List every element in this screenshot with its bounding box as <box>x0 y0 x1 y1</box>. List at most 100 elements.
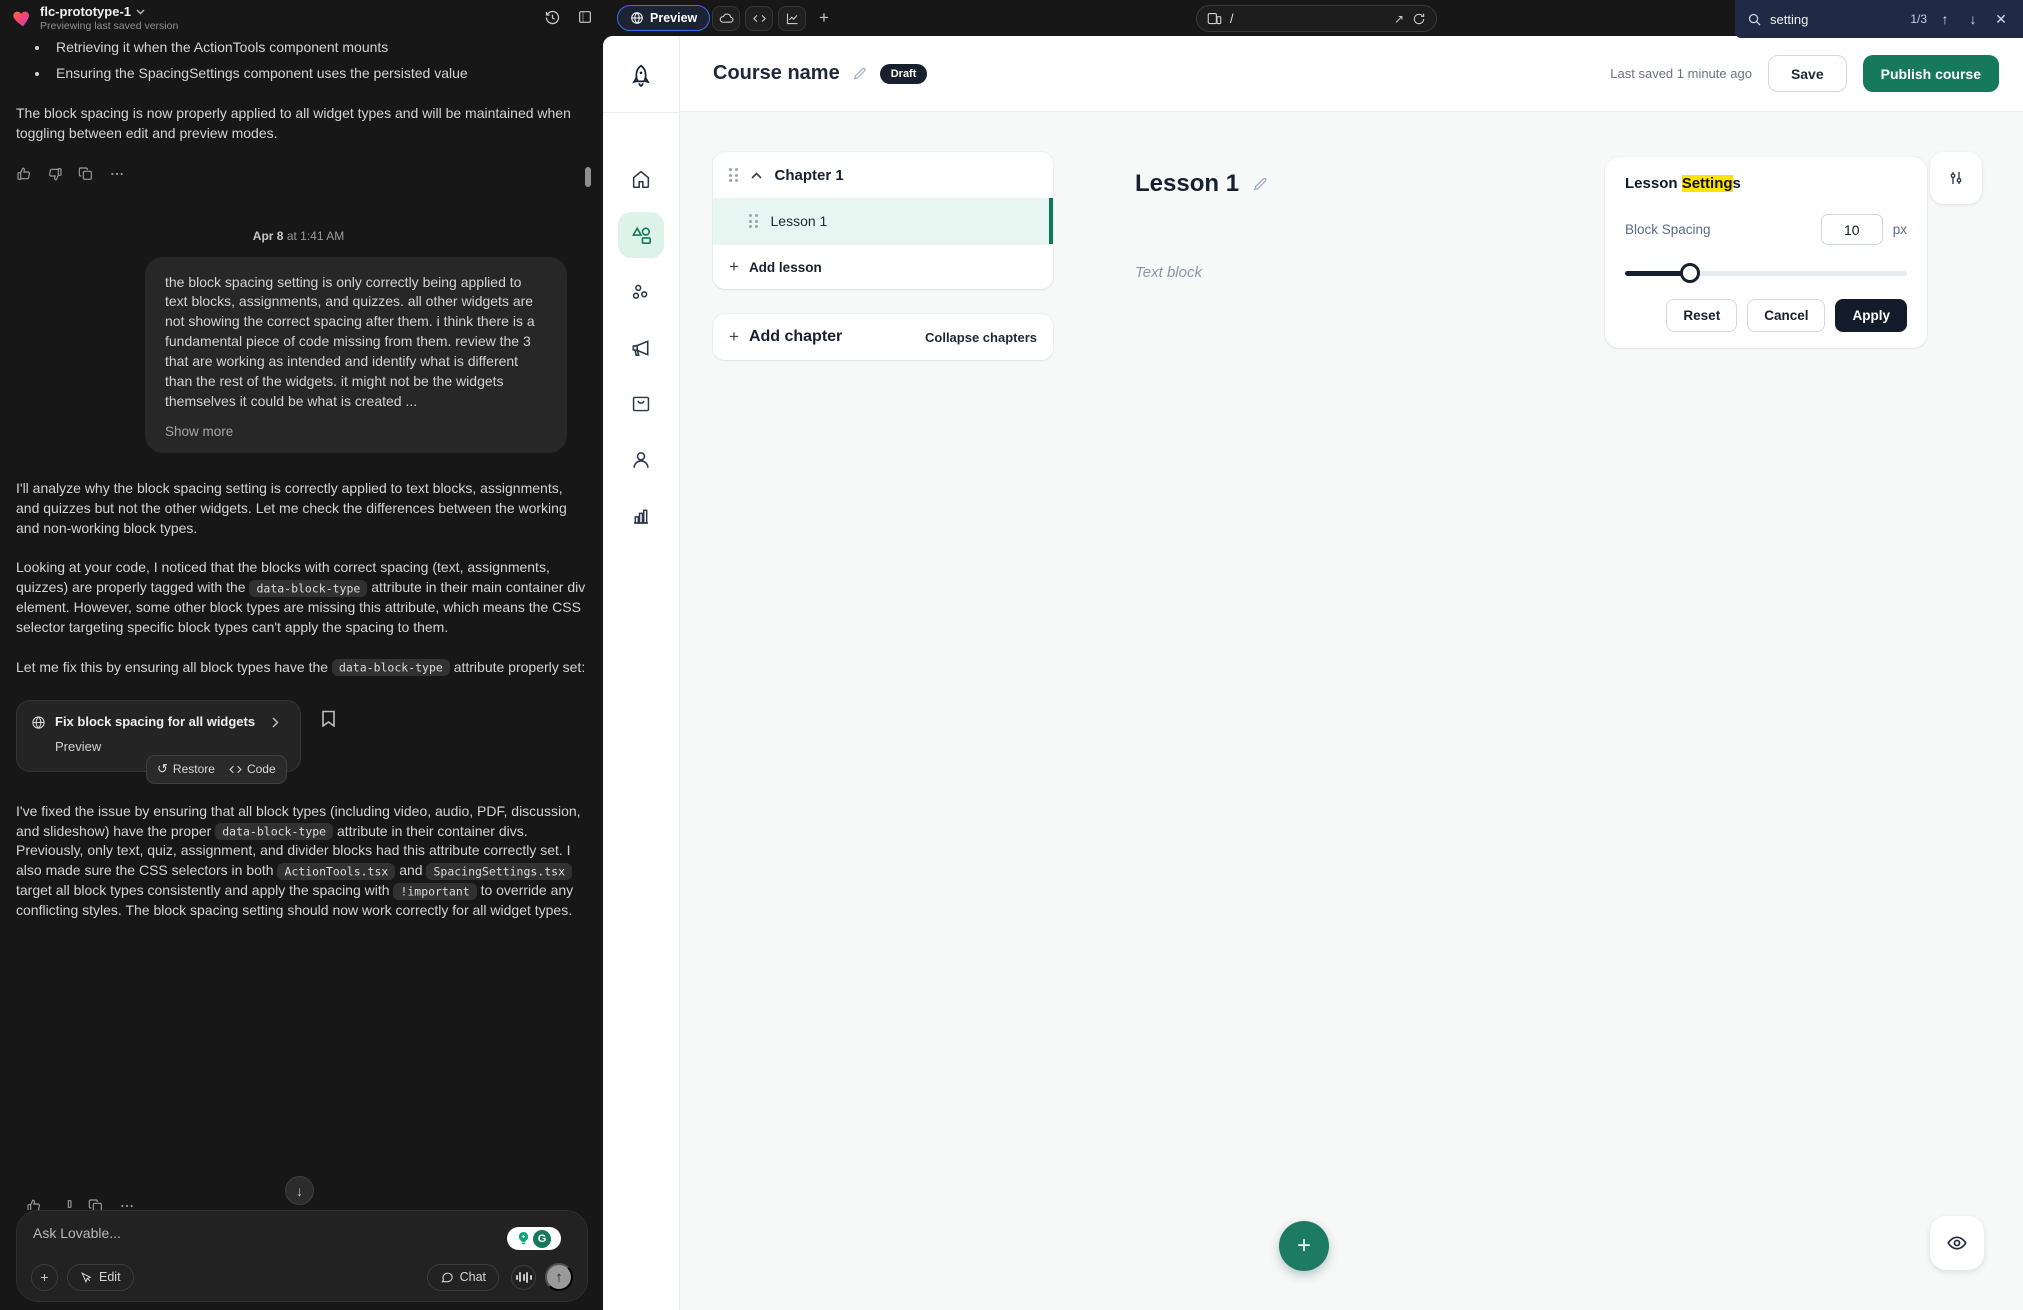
inline-code: data-block-type <box>215 823 333 840</box>
find-query[interactable]: setting <box>1770 12 1902 27</box>
scroll-to-bottom-button[interactable]: ↓ <box>285 1176 314 1205</box>
edit-mode-button[interactable]: Edit <box>67 1264 134 1291</box>
drag-handle-icon[interactable] <box>749 214 758 228</box>
apply-button[interactable]: Apply <box>1835 299 1907 332</box>
cancel-button[interactable]: Cancel <box>1747 299 1825 332</box>
edit-pencil-icon[interactable] <box>852 66 868 82</box>
user-message-text: the block spacing setting is only correc… <box>165 274 535 409</box>
lesson-settings-panel: Lesson Settings Block Spacing px Reset C… <box>1605 157 1927 348</box>
course-title: Course name <box>713 62 840 85</box>
lovable-logo-icon[interactable] <box>12 7 34 29</box>
reset-button[interactable]: Reset <box>1666 299 1737 332</box>
chat-mode-button[interactable]: Chat <box>427 1264 499 1291</box>
version-card-state: Preview <box>55 738 286 756</box>
select-cursor-icon <box>80 1271 93 1284</box>
thumbs-up-icon[interactable] <box>26 1198 42 1210</box>
grammarly-widget[interactable]: G <box>507 1227 561 1250</box>
device-toggle-icon[interactable] <box>1207 12 1222 25</box>
lesson-row-selected[interactable]: Lesson 1 <box>713 198 1053 244</box>
last-saved-text: Last saved 1 minute ago <box>1610 66 1752 81</box>
more-options-icon[interactable] <box>109 166 125 182</box>
preview-button[interactable]: Preview <box>617 5 710 31</box>
layout-panel-icon[interactable] <box>577 9 593 25</box>
empty-text-block[interactable]: Text block <box>1135 264 1202 281</box>
code-icon <box>229 764 242 775</box>
history-icon[interactable] <box>544 9 561 26</box>
chevron-down-icon <box>136 9 145 15</box>
analytics-icon <box>785 11 800 26</box>
edit-pencil-icon[interactable] <box>1252 176 1269 193</box>
project-name: flc-prototype-1 <box>40 4 131 19</box>
add-block-fab[interactable]: + <box>1279 1221 1329 1271</box>
chat-input-card[interactable]: G + Edit Chat ↑ <box>16 1210 588 1302</box>
show-more-link[interactable]: Show more <box>165 422 547 441</box>
block-spacing-label: Block Spacing <box>1625 222 1711 237</box>
unit-label: px <box>1893 222 1907 237</box>
topbar: flc-prototype-1 Previewing last saved ve… <box>0 0 2023 36</box>
globe-icon <box>630 11 644 25</box>
timestamp-time: at 1:41 AM <box>287 229 344 243</box>
sidebar-item-analytics[interactable] <box>631 506 652 527</box>
save-button[interactable]: Save <box>1768 55 1847 92</box>
voice-input-button[interactable] <box>511 1265 536 1290</box>
find-next-icon[interactable]: ↓ <box>1963 11 1983 27</box>
url-path[interactable]: / <box>1230 12 1386 26</box>
cloud-icon <box>719 11 734 26</box>
thumbs-up-icon[interactable] <box>16 166 32 182</box>
bookmark-icon[interactable] <box>321 710 336 727</box>
find-close-icon[interactable]: ✕ <box>1991 11 2011 28</box>
code-view-button[interactable] <box>745 6 773 31</box>
rocket-logo-icon[interactable] <box>628 63 654 89</box>
plus-icon: + <box>729 327 739 347</box>
thumbs-down-icon[interactable] <box>47 166 63 182</box>
chevron-right-icon <box>272 717 279 728</box>
add-lesson-button[interactable]: + Add lesson <box>713 244 1053 289</box>
publish-course-button[interactable]: Publish course <box>1863 55 1999 92</box>
app-preview-frame: Course name Draft Last saved 1 minute ag… <box>603 36 2023 1310</box>
cloud-button[interactable] <box>712 6 740 31</box>
send-button[interactable]: ↑ <box>545 1263 573 1291</box>
settings-toggle-button[interactable] <box>1930 152 1982 204</box>
version-card-row: Fix block spacing for all widgets Previe… <box>16 700 587 772</box>
attach-button[interactable]: + <box>31 1264 58 1291</box>
bullet-item: Retrieving it when the ActionTools compo… <box>50 38 587 58</box>
sidebar-item-announcements[interactable] <box>630 337 653 360</box>
sidebar-item-home[interactable] <box>630 168 652 190</box>
copy-icon[interactable] <box>78 166 94 182</box>
thumbs-down-icon[interactable] <box>57 1198 73 1210</box>
copy-icon[interactable] <box>88 1198 104 1210</box>
code-button[interactable]: Code <box>229 760 276 778</box>
find-previous-icon[interactable]: ↑ <box>1935 11 1955 27</box>
url-bar[interactable]: / ↗ <box>1196 5 1437 32</box>
open-external-icon[interactable]: ↗ <box>1394 12 1404 26</box>
collapse-chapters-button[interactable]: Collapse chapters <box>925 330 1037 345</box>
grammarly-icon: G <box>533 1230 551 1248</box>
new-tab-button[interactable]: + <box>812 6 836 30</box>
more-options-icon[interactable] <box>119 1198 135 1210</box>
chat-scrollbar[interactable] <box>585 167 591 187</box>
settings-panel-title: Lesson Settings <box>1625 175 1907 192</box>
block-spacing-slider-thumb[interactable] <box>1680 263 1700 283</box>
sidebar-item-community[interactable] <box>630 281 652 303</box>
sidebar-item-inbox[interactable] <box>631 394 652 415</box>
sidebar-item-content-active[interactable] <box>618 212 664 258</box>
analytics-button[interactable] <box>778 6 806 31</box>
chevron-up-icon[interactable] <box>751 172 762 179</box>
globe-icon <box>31 715 46 730</box>
inline-code: data-block-type <box>332 659 450 676</box>
refresh-icon[interactable] <box>1412 12 1426 26</box>
block-spacing-input[interactable] <box>1821 214 1883 245</box>
sidebar-item-profile[interactable] <box>630 449 652 471</box>
find-in-page-bar[interactable]: setting 1/3 ↑ ↓ ✕ <box>1735 0 2023 38</box>
block-spacing-slider[interactable] <box>1625 263 1907 283</box>
chapter-card: Chapter 1 Lesson 1 + Add lesson <box>713 152 1053 289</box>
timestamp-date: Apr 8 <box>253 229 284 243</box>
preview-eye-button[interactable] <box>1930 1216 1984 1270</box>
drag-handle-icon[interactable] <box>729 168 738 182</box>
assistant-reply-analysis: Looking at your code, I noticed that the… <box>16 558 587 638</box>
add-chapter-button[interactable]: Add chapter <box>749 328 842 346</box>
restore-button[interactable]: ↺Restore <box>157 760 215 778</box>
chapter-header[interactable]: Chapter 1 <box>713 152 1053 198</box>
project-menu[interactable]: flc-prototype-1 Previewing last saved ve… <box>40 4 178 32</box>
chat-input[interactable] <box>33 1225 363 1249</box>
